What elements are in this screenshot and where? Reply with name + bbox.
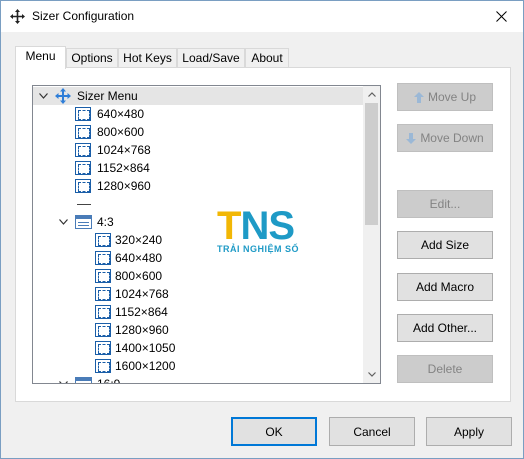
scroll-down-button[interactable] [363, 366, 380, 383]
window-size-icon [75, 107, 91, 121]
tree-vertical-scrollbar[interactable] [363, 86, 380, 383]
tree-item[interactable]: 1152×864 [33, 303, 363, 321]
tree-item[interactable]: 1024×768 [33, 141, 363, 159]
submenu-icon [75, 377, 92, 383]
move-up-label: Move Up [427, 90, 477, 104]
tree-item-label: 1600×1200 [115, 359, 176, 373]
add-macro-button[interactable]: Add Macro [397, 273, 493, 301]
tree-root-label: Sizer Menu [77, 89, 138, 103]
chevron-right-icon[interactable] [57, 375, 69, 383]
apply-button[interactable]: Apply [426, 417, 512, 446]
close-button[interactable] [479, 1, 523, 32]
tree-item[interactable]: 1024×768 [33, 285, 363, 303]
window-size-icon [95, 287, 111, 301]
tab-options[interactable]: Options [66, 48, 118, 69]
tree-group-row[interactable]: 4:3 [33, 213, 363, 231]
tree-item-label: 1152×864 [97, 161, 150, 175]
tree-item[interactable]: 640×480 [33, 249, 363, 267]
tree-item-label: 1152×864 [115, 305, 168, 319]
cancel-button[interactable]: Cancel [329, 417, 415, 446]
logo-subtitle: TRẢI NGHIỆM SỐ [217, 244, 300, 254]
arrow-down-icon [406, 132, 417, 144]
window-size-icon [95, 359, 111, 373]
scroll-up-button[interactable] [363, 86, 380, 103]
window-size-icon [95, 323, 111, 337]
tree-item-label: 1280×960 [115, 323, 169, 337]
tree-item-label: 1400×1050 [115, 341, 176, 355]
tree-item[interactable]: 1400×1050 [33, 339, 363, 357]
tree-item[interactable]: 1280×960 [33, 321, 363, 339]
window-size-icon [95, 233, 111, 247]
close-icon [495, 11, 507, 22]
add-other-button[interactable]: Add Other... [397, 314, 493, 342]
tree-item-label: 800×600 [115, 269, 163, 283]
tree-root-row[interactable]: Sizer Menu [33, 87, 363, 105]
separator-line [77, 204, 91, 205]
tree-item[interactable]: 1600×1200 [33, 357, 363, 375]
chevron-down-icon[interactable] [57, 213, 69, 231]
tree-item[interactable]: 800×600 [33, 267, 363, 285]
edit-button[interactable]: Edit... [397, 190, 493, 218]
tab-hot-keys[interactable]: Hot Keys [118, 48, 177, 69]
window-size-icon [75, 179, 91, 193]
ok-button[interactable]: OK [231, 417, 317, 446]
sizer-configuration-window: Sizer Configuration Menu Options Hot Key… [0, 0, 524, 459]
move-down-button[interactable]: Move Down [397, 124, 493, 152]
tree-item-label: 1280×960 [97, 179, 151, 193]
tree-group-row[interactable]: 16:9 [33, 375, 363, 384]
window-size-icon [75, 143, 91, 157]
tree-group-label: 16:9 [97, 377, 121, 384]
tree-item[interactable]: 1280×960 [33, 177, 363, 195]
tree-group-label: 4:3 [97, 215, 114, 229]
chevron-down-icon [367, 372, 376, 377]
tab-about[interactable]: About [245, 48, 289, 69]
window-size-icon [95, 305, 111, 319]
window-title: Sizer Configuration [32, 9, 135, 23]
chevron-down-icon[interactable] [37, 87, 49, 105]
move-arrows-icon [10, 9, 25, 24]
sizer-menu-icon [55, 88, 71, 104]
tree-item-label: 1024×768 [115, 287, 169, 301]
arrow-up-icon [413, 91, 424, 103]
chevron-up-icon [367, 92, 376, 97]
logo-wordmark: TNS [217, 204, 295, 248]
tab-menu[interactable]: Menu [15, 46, 66, 69]
tree-item[interactable]: 640×480 [33, 105, 363, 123]
move-up-button[interactable]: Move Up [397, 83, 493, 111]
submenu-icon [75, 215, 92, 229]
delete-button[interactable]: Delete [397, 355, 493, 383]
window-size-icon [95, 251, 111, 265]
tab-load-save[interactable]: Load/Save [177, 48, 245, 69]
tree-separator[interactable] [33, 195, 363, 213]
tree-item-label: 640×480 [115, 251, 163, 265]
window-size-icon [95, 341, 111, 355]
title-bar[interactable]: Sizer Configuration [1, 1, 523, 32]
add-size-button[interactable]: Add Size [397, 231, 493, 259]
window-size-icon [75, 125, 91, 139]
tree-item-label: 800×600 [97, 125, 145, 139]
menu-tree[interactable]: Sizer Menu 640×480 800×600 1024×768 1152… [32, 85, 381, 384]
window-size-icon [95, 269, 111, 283]
tree-item-label: 320×240 [115, 233, 163, 247]
tns-watermark-logo: TNS TRẢI NGHIỆM SỐ [217, 206, 311, 258]
tree-item-label: 640×480 [97, 107, 145, 121]
tree-item-label: 1024×768 [97, 143, 151, 157]
tree-item[interactable]: 800×600 [33, 123, 363, 141]
scrollbar-thumb[interactable] [365, 103, 378, 225]
tree-item[interactable]: 1152×864 [33, 159, 363, 177]
tree-item[interactable]: 320×240 [33, 231, 363, 249]
move-down-label: Move Down [420, 131, 484, 145]
window-size-icon [75, 161, 91, 175]
